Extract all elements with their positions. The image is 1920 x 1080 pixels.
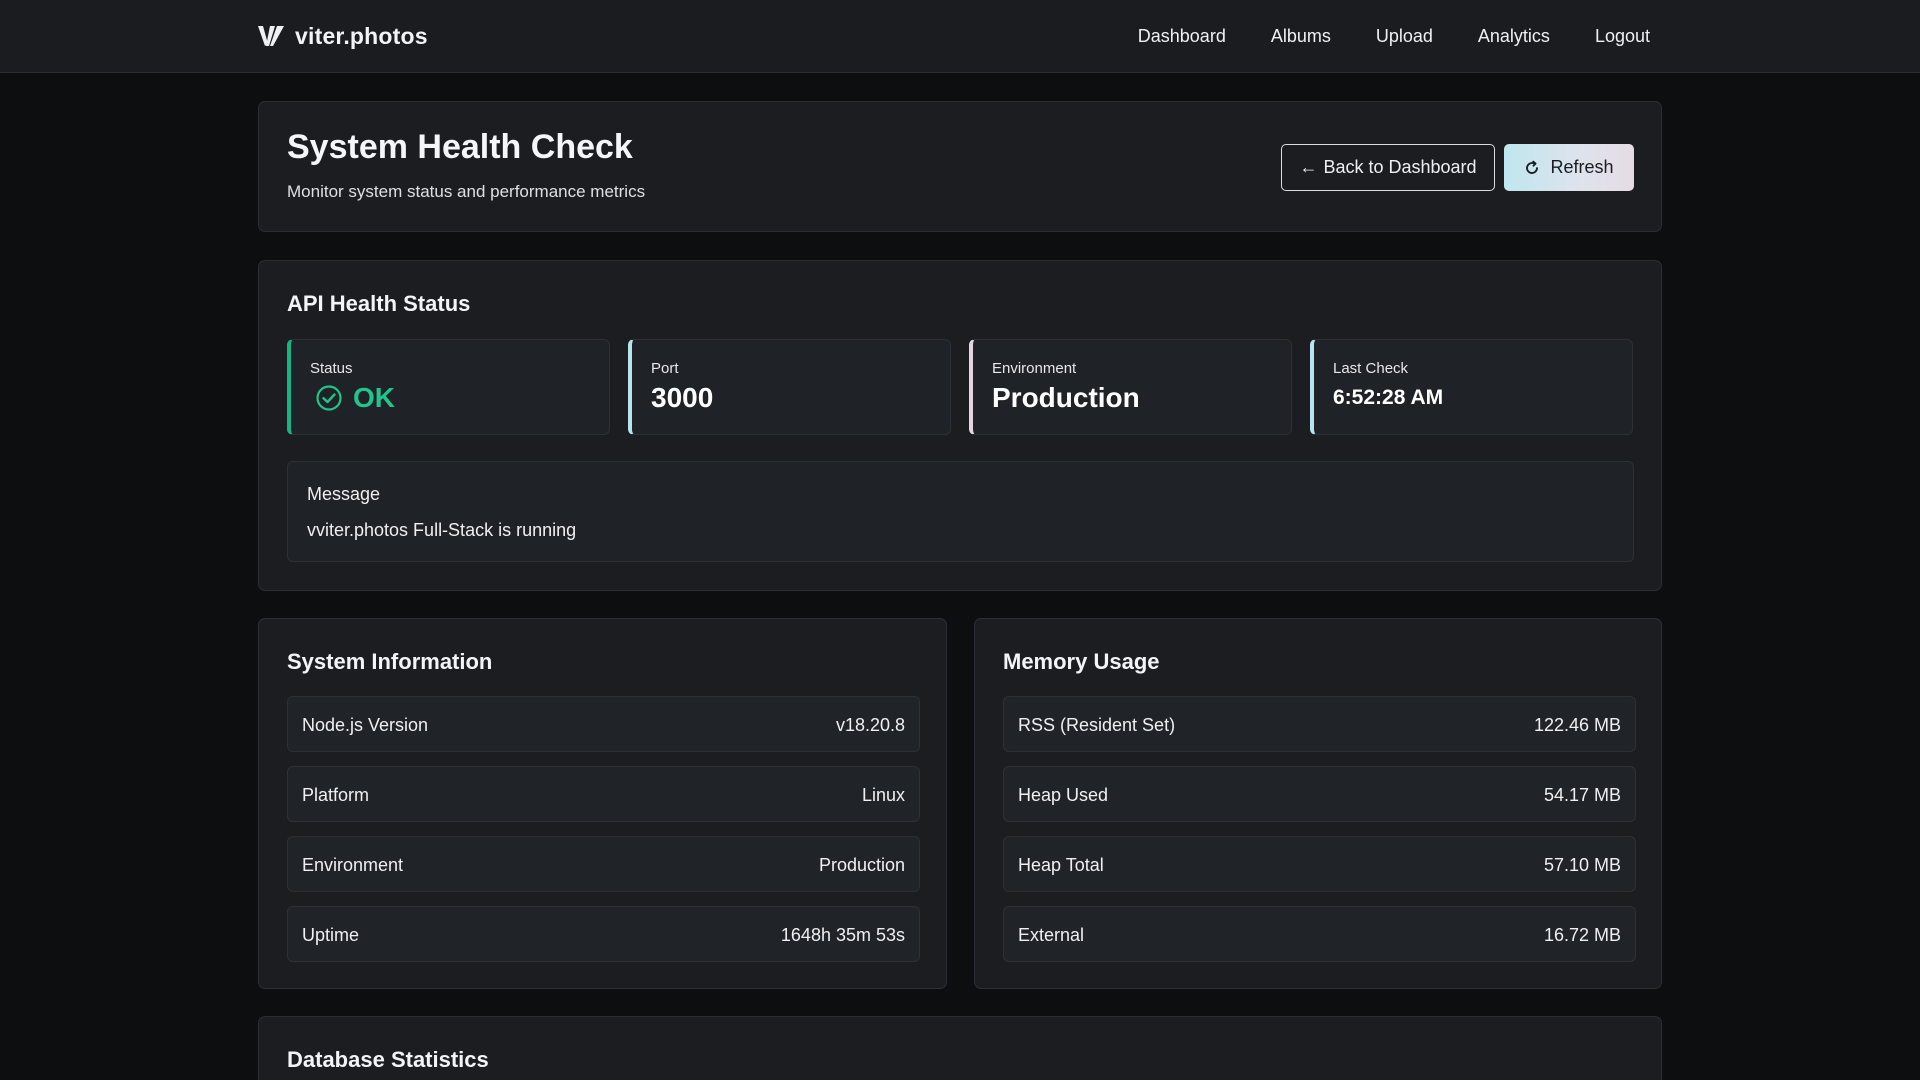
top-navbar: viter.photos Dashboard Albums Upload Ana… [0, 0, 1920, 73]
status-label: Status [310, 360, 353, 377]
status-stat: Status OK [287, 339, 610, 435]
last-check-value: 6:52:28 AM [1333, 386, 1444, 409]
nav-link-dashboard[interactable]: Dashboard [1138, 26, 1226, 47]
refresh-icon [1526, 160, 1539, 174]
nav-links: Dashboard Albums Upload Analytics Logout [1138, 0, 1650, 72]
nav-link-upload[interactable]: Upload [1376, 26, 1433, 47]
status-value-text: OK [353, 382, 395, 413]
system-row-node-version: Node.js Version v18.20.8 [287, 696, 920, 752]
environment-stat: Environment Production [969, 339, 1292, 435]
row-key: Uptime [302, 925, 360, 945]
brand-logo-icon [258, 26, 284, 46]
last-check-stat: Last Check 6:52:28 AM [1310, 339, 1633, 435]
row-key: Node.js Version [302, 715, 429, 735]
brand-name: viter.photos [295, 22, 428, 49]
environment-value: Production [992, 382, 1140, 413]
check-circle-icon [316, 385, 342, 411]
arrow-left-icon: ← [1299, 157, 1318, 177]
database-statistics-title: Database Statistics [287, 1047, 489, 1072]
memory-usage-card: Memory Usage RSS (Resident Set) 122.46 M… [974, 618, 1662, 989]
memory-row-external: External 16.72 MB [1003, 906, 1636, 962]
row-value: Linux [861, 785, 905, 805]
nav-link-albums[interactable]: Albums [1271, 26, 1331, 47]
refresh-label: Refresh [1550, 157, 1614, 177]
row-value: Production [818, 855, 905, 875]
last-check-label: Last Check [1333, 360, 1409, 377]
row-value: v18.20.8 [835, 715, 905, 735]
memory-row-heap-used: Heap Used 54.17 MB [1003, 766, 1636, 822]
back-to-dashboard-button[interactable]: ← Back to Dashboard [1281, 144, 1495, 191]
row-key: Heap Total [1018, 855, 1104, 875]
back-to-dashboard-label: Back to Dashboard [1323, 157, 1477, 177]
row-key: External [1018, 925, 1085, 945]
page-subtitle: Monitor system status and performance me… [287, 182, 646, 201]
api-health-title: API Health Status [287, 291, 471, 316]
row-value: 57.10 MB [1543, 855, 1621, 875]
nav-link-logout[interactable]: Logout [1595, 26, 1650, 47]
row-key: RSS (Resident Set) [1018, 715, 1176, 735]
port-label: Port [651, 360, 679, 377]
page-title: System Health Check [287, 128, 633, 166]
port-stat: Port 3000 [628, 339, 951, 435]
row-value: 122.46 MB [1533, 715, 1621, 735]
row-key: Environment [302, 855, 404, 875]
database-statistics-card: Database Statistics [258, 1016, 1662, 1080]
system-row-uptime: Uptime 1648h 35m 53s [287, 906, 920, 962]
row-value: 54.17 MB [1543, 785, 1621, 805]
memory-row-heap-total: Heap Total 57.10 MB [1003, 836, 1636, 892]
refresh-button[interactable]: Refresh [1504, 144, 1634, 191]
memory-row-rss: RSS (Resident Set) 122.46 MB [1003, 696, 1636, 752]
message-text: vviter.photos Full-Stack is running [307, 520, 577, 540]
row-key: Heap Used [1018, 785, 1109, 805]
nav-link-analytics[interactable]: Analytics [1478, 26, 1550, 47]
system-row-platform: Platform Linux [287, 766, 920, 822]
environment-label: Environment [992, 360, 1077, 377]
row-value: 16.72 MB [1543, 925, 1621, 945]
system-information-card: System Information Node.js Version v18.2… [258, 618, 947, 989]
message-box: Message vviter.photos Full-Stack is runn… [287, 461, 1634, 562]
message-label: Message [307, 484, 381, 504]
port-value: 3000 [651, 382, 714, 413]
system-row-environment: Environment Production [287, 836, 920, 892]
api-health-card: API Health Status Status OK Port 3000 En… [258, 260, 1662, 591]
system-information-title: System Information [287, 649, 493, 674]
status-value: OK [315, 382, 395, 414]
row-value: 1648h 35m 53s [780, 925, 905, 945]
row-key: Platform [302, 785, 370, 805]
page-header-card: System Health Check Monitor system statu… [258, 101, 1662, 232]
brand[interactable]: viter.photos [257, 20, 428, 52]
memory-usage-title: Memory Usage [1003, 649, 1160, 674]
